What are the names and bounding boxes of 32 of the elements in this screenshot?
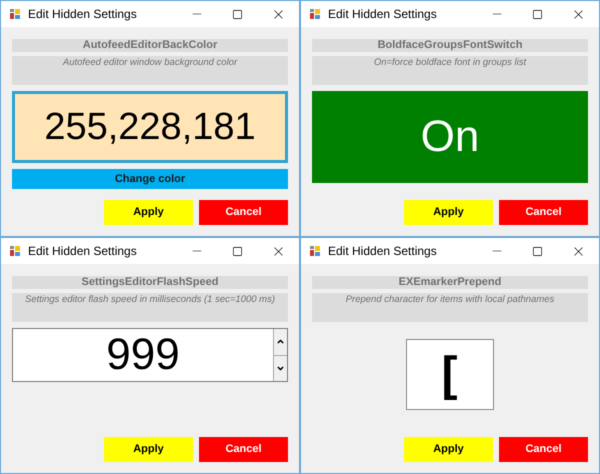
- app-icon: [309, 245, 321, 257]
- character-field[interactable]: [: [406, 339, 494, 410]
- apply-button[interactable]: Apply: [404, 437, 493, 462]
- change-color-button[interactable]: Change color: [12, 169, 288, 189]
- app-icon: [309, 8, 321, 20]
- window-title: Edit Hidden Settings: [328, 243, 437, 260]
- window-title: Edit Hidden Settings: [328, 6, 437, 23]
- color-value-field[interactable]: 255,228,181: [12, 91, 288, 163]
- cancel-button[interactable]: Cancel: [499, 200, 588, 225]
- setting-description: Settings editor flash speed in milliseconds (1 sec=1000 ms): [12, 293, 288, 322]
- setting-description: On=force boldface font in groups list: [312, 56, 588, 85]
- window-title: Edit Hidden Settings: [28, 243, 137, 260]
- app-icon: [9, 8, 21, 20]
- setting-name: AutofeedEditorBackColor: [12, 39, 288, 52]
- cancel-button[interactable]: Cancel: [199, 200, 288, 225]
- toggle-switch[interactable]: On: [312, 91, 588, 183]
- apply-button[interactable]: Apply: [104, 200, 193, 225]
- cancel-button[interactable]: Cancel: [199, 437, 288, 462]
- setting-name: SettingsEditorFlashSpeed: [12, 276, 288, 289]
- spin-down-icon[interactable]: [274, 356, 287, 381]
- number-value: 999: [105, 329, 181, 381]
- apply-button[interactable]: Apply: [404, 200, 493, 225]
- apply-button[interactable]: Apply: [104, 437, 193, 462]
- spin-up-icon[interactable]: [274, 329, 287, 356]
- setting-name: BoldfaceGroupsFontSwitch: [312, 39, 588, 52]
- setting-description: Prepend character for items with local pathnames: [312, 293, 588, 322]
- setting-description: Autofeed editor window background color: [12, 56, 288, 85]
- window-title: Edit Hidden Settings: [28, 6, 137, 23]
- cancel-button[interactable]: Cancel: [499, 437, 588, 462]
- number-spinner[interactable]: 999: [12, 328, 288, 382]
- app-icon: [9, 245, 21, 257]
- setting-name: EXEmarkerPrepend: [312, 276, 588, 289]
